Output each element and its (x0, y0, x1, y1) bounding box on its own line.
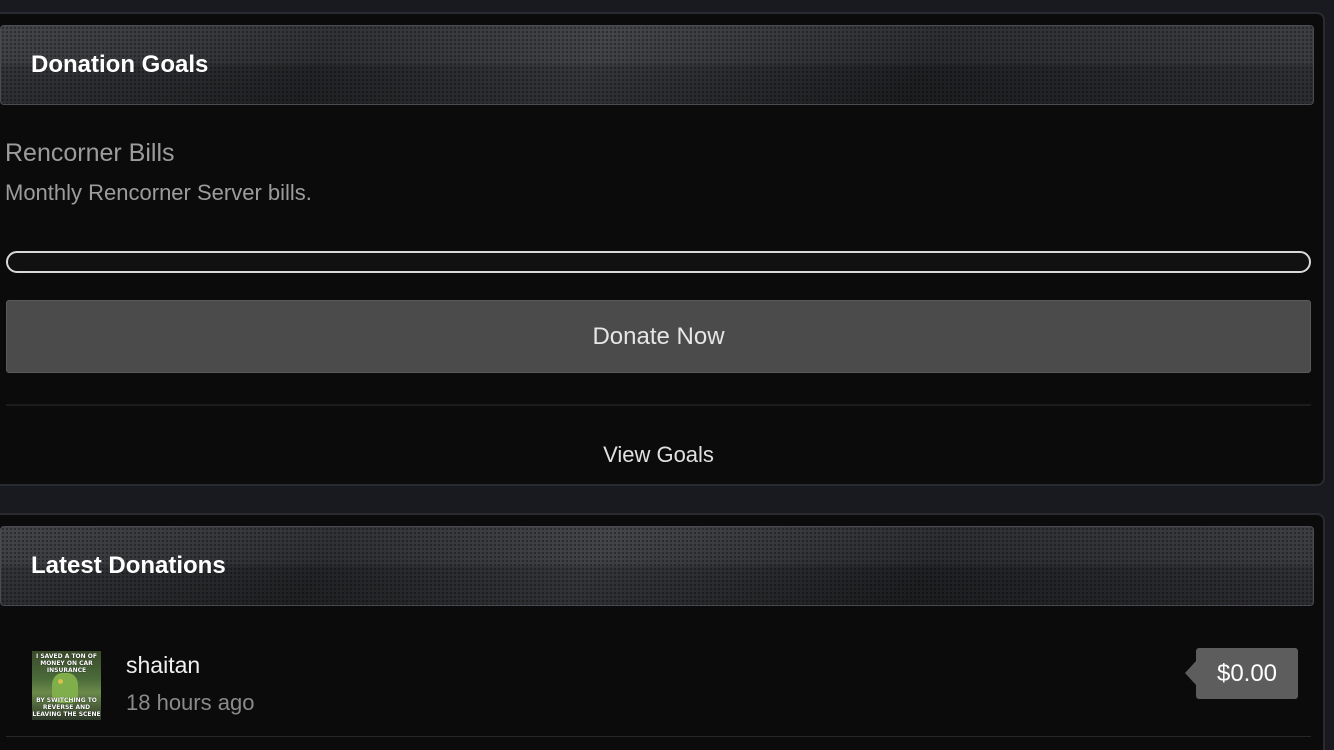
row-divider (6, 736, 1311, 737)
latest-donations-header: Latest Donations (0, 526, 1314, 606)
latest-donations-title: Latest Donations (31, 552, 226, 579)
donor-name-link[interactable]: shaitan (126, 652, 200, 679)
donation-goals-header: Donation Goals (0, 25, 1314, 105)
page: Donation Goals Rencorner Bills Monthly R… (0, 0, 1334, 750)
divider (6, 404, 1311, 406)
donation-list-item: I SAVED A TON OF MONEY ON CAR INSURANCE … (0, 633, 1318, 737)
donation-amount-badge: $0.00 (1185, 648, 1298, 699)
donate-now-button[interactable]: Donate Now (6, 300, 1311, 373)
donation-goals-title: Donation Goals (31, 51, 209, 78)
donation-timestamp: 18 hours ago (126, 690, 255, 715)
view-goals-link[interactable]: View Goals (6, 442, 1311, 468)
latest-donations-widget: Latest Donations I SAVED A TON OF MONEY … (0, 513, 1325, 750)
donation-goals-widget: Donation Goals Rencorner Bills Monthly R… (0, 12, 1325, 486)
goal-progress-bar (6, 251, 1311, 273)
goal-description: Monthly Rencorner Server bills. (5, 180, 312, 205)
goal-name: Rencorner Bills (5, 139, 175, 167)
donor-avatar[interactable]: I SAVED A TON OF MONEY ON CAR INSURANCE … (32, 651, 101, 720)
avatar-caption-bottom: BY SWITCHING TO REVERSE AND LEAVING THE … (32, 697, 101, 718)
avatar-caption-top: I SAVED A TON OF MONEY ON CAR INSURANCE (36, 653, 97, 674)
